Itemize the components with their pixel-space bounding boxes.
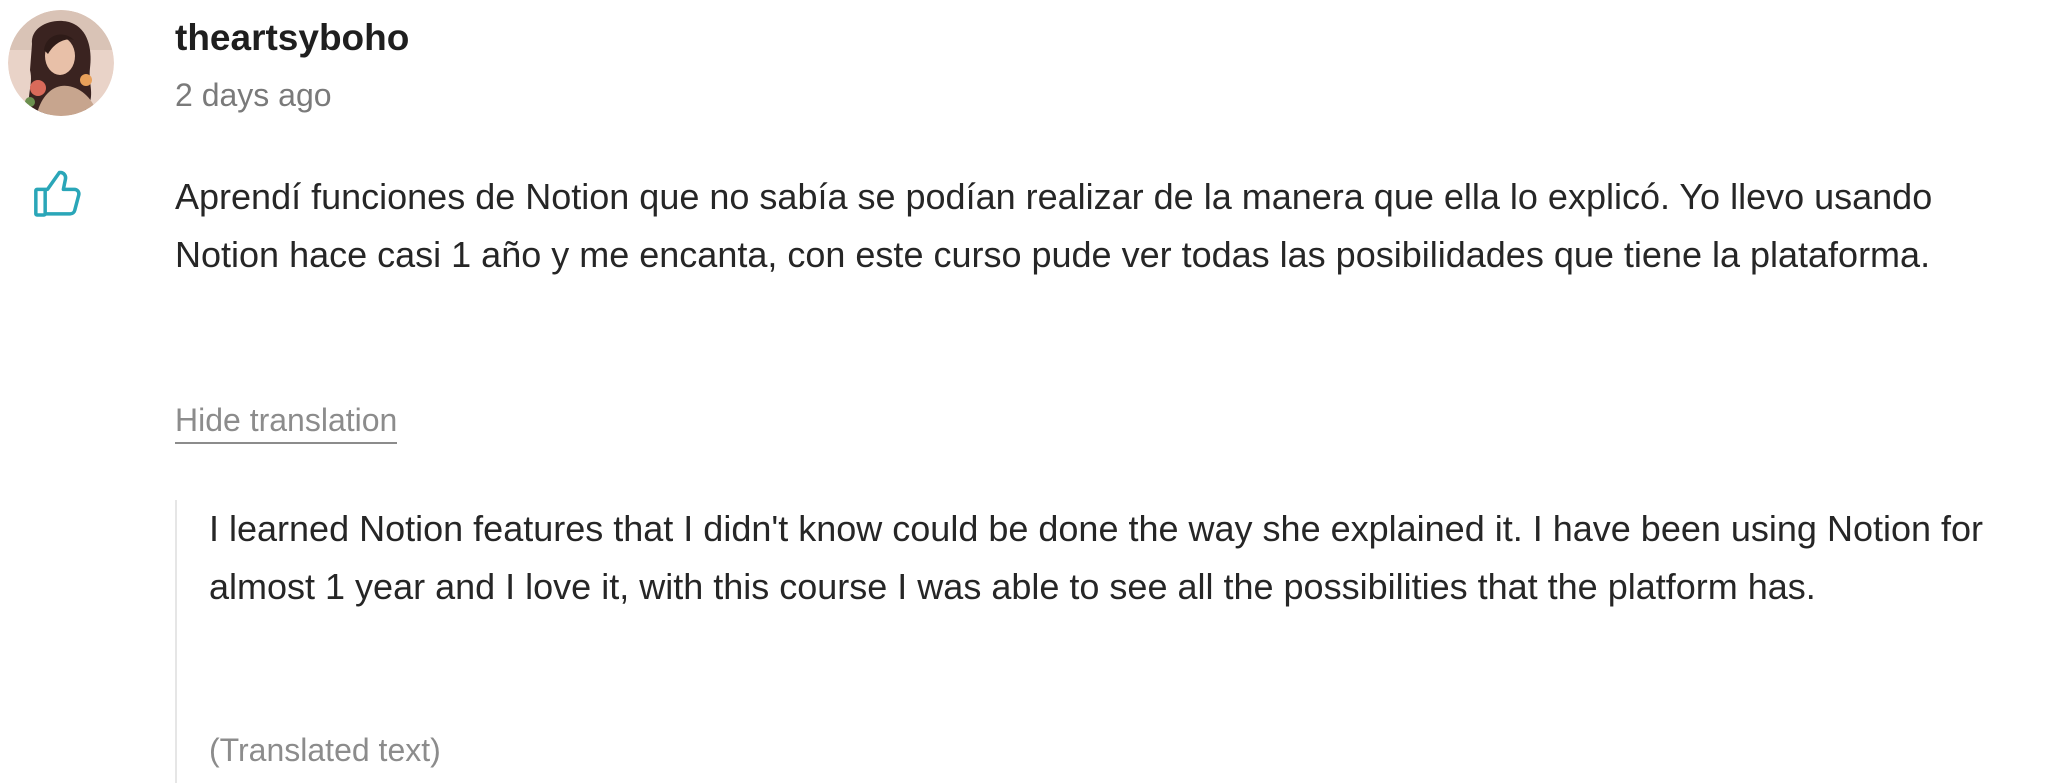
- review-translated-text: I learned Notion features that I didn't …: [209, 508, 1984, 607]
- thumbs-up-icon: [34, 170, 81, 217]
- user-avatar[interactable]: [8, 10, 114, 116]
- translated-text-note: (Translated text): [209, 732, 441, 768]
- username[interactable]: theartsyboho: [175, 16, 409, 60]
- review-timestamp: 2 days ago: [175, 77, 332, 113]
- avatar-photo-icon: [8, 10, 114, 116]
- like-button[interactable]: [30, 164, 90, 224]
- review-original-text: Aprendí funciones de Notion que no sabía…: [175, 176, 1933, 275]
- translation-block: I learned Notion features that I didn't …: [175, 500, 2037, 783]
- review-card: theartsyboho 2 days ago Aprendí funcione…: [0, 0, 2048, 783]
- hide-translation-link[interactable]: Hide translation: [175, 400, 398, 444]
